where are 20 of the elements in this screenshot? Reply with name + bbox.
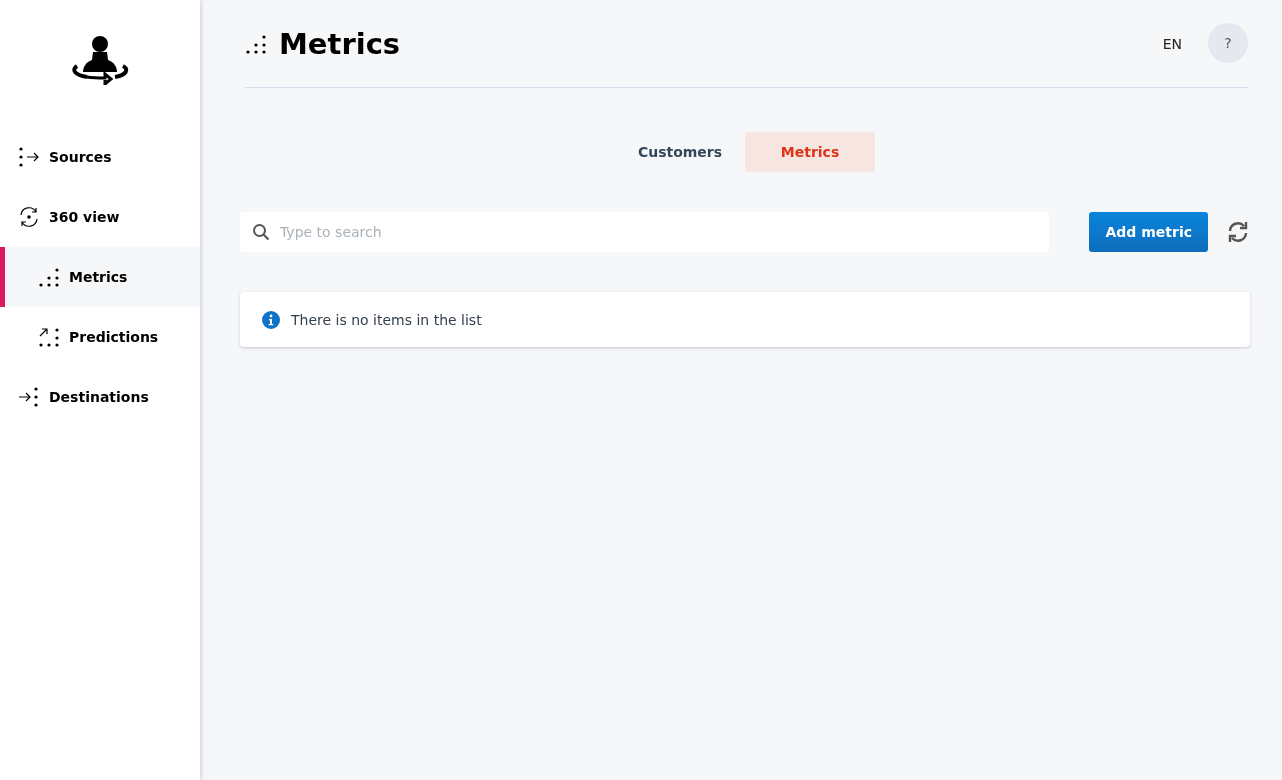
page-title: Metrics (279, 26, 401, 61)
tab[interactable]: Metrics (745, 132, 875, 172)
dots-icon (38, 266, 60, 288)
dots-trend-icon (38, 326, 60, 348)
dots-arrow-icon (18, 146, 40, 168)
arrow-dots-icon (18, 386, 40, 408)
refresh-icon[interactable] (1226, 220, 1250, 244)
language-button[interactable]: EN (1158, 31, 1186, 56)
tab[interactable]: Customers (615, 132, 745, 172)
sidebar-item[interactable]: Metrics (0, 247, 200, 307)
sidebar-item[interactable]: Destinations (0, 367, 200, 427)
info-icon (262, 310, 280, 329)
sidebar-item[interactable]: Sources (0, 127, 200, 187)
sidebar-item[interactable]: Predictions (0, 307, 200, 367)
search-field[interactable]: Type to search (240, 212, 1050, 252)
rotate-icon (18, 206, 40, 228)
empty-list-message: There is no items in the list (291, 311, 482, 328)
add-metric-button[interactable]: Add metric (1089, 212, 1208, 252)
help-button[interactable]: ? (1208, 22, 1248, 63)
sidebar-item[interactable]: 360 view (0, 187, 200, 247)
